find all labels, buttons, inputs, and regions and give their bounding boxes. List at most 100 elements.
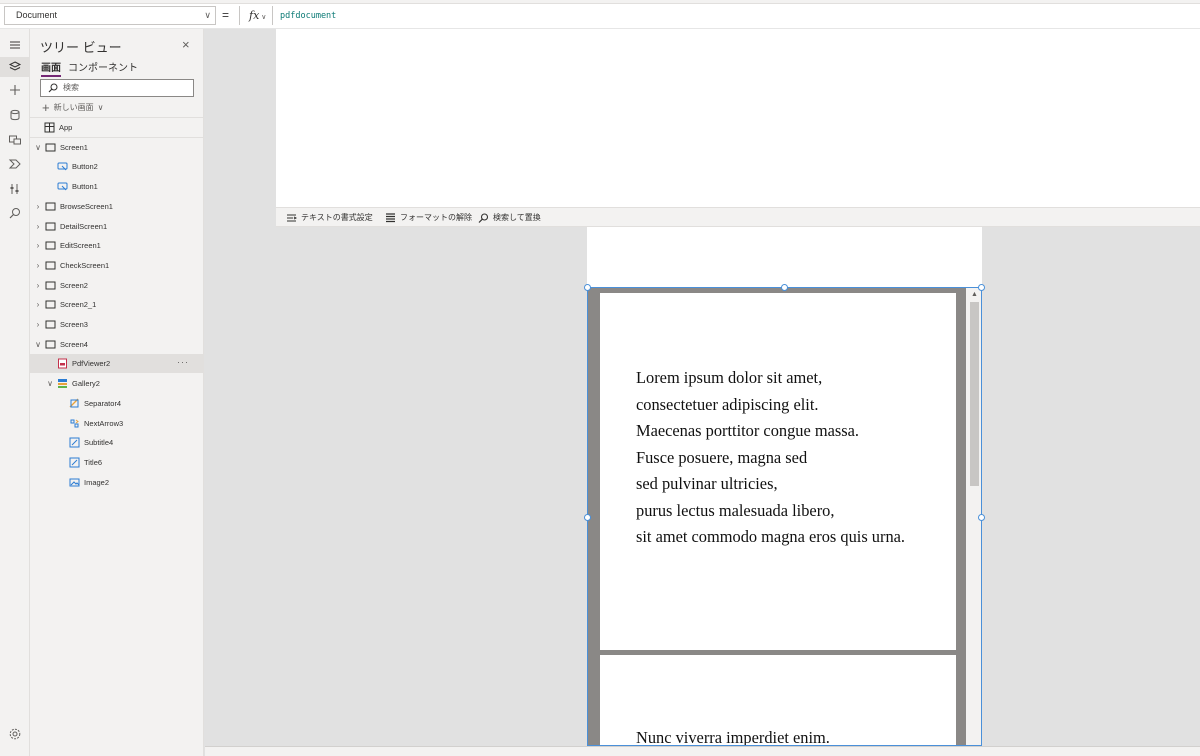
button-icon — [57, 181, 68, 192]
tree-node-nextarrow3[interactable]: NextArrow3 — [30, 414, 204, 433]
formula-toolbar: テキストの書式設定 フォーマットの解除 検索して置換 — [276, 207, 1200, 227]
media-icon[interactable] — [7, 132, 23, 148]
tree-node-separator4[interactable]: Separator4 — [30, 394, 204, 413]
format-text-icon — [287, 214, 297, 221]
chevron-right-icon[interactable]: › — [34, 261, 42, 270]
close-icon[interactable]: × — [182, 37, 190, 52]
tree-node-app[interactable]: App — [30, 118, 204, 137]
scroll-up-icon[interactable]: ▲ — [971, 291, 978, 298]
chevron-right-icon[interactable]: › — [34, 202, 42, 211]
tree-node-label: Screen3 — [60, 320, 88, 329]
more-options-icon[interactable]: ··· — [177, 357, 189, 367]
tree-view-icon[interactable] — [7, 59, 23, 75]
screen-icon — [45, 221, 56, 232]
chevron-down-icon[interactable]: ∨ — [46, 379, 54, 388]
plus-icon: + — [42, 100, 50, 115]
tree-node-title6[interactable]: Title6 — [30, 453, 204, 472]
tree-node-label: Subtitle4 — [84, 438, 114, 448]
tree-node-label: Image2 — [84, 477, 110, 487]
variables-icon[interactable] — [7, 181, 23, 197]
tree-node-label: Screen4 — [60, 339, 88, 349]
tree-node-label: NextArrow3 — [84, 418, 124, 428]
resize-handle-right[interactable] — [978, 514, 985, 521]
tree-node-browsescreen1[interactable]: › BrowseScreen1 — [30, 197, 204, 216]
tree-node-checkscreen1[interactable]: › CheckScreen1 — [30, 256, 204, 275]
tree-node-label: Separator4 — [84, 398, 122, 408]
settings-icon[interactable] — [7, 726, 23, 742]
data-icon[interactable] — [7, 107, 23, 123]
tree-node-screen2_1[interactable]: › Screen2_1 — [30, 295, 204, 314]
search-icon[interactable] — [7, 205, 23, 221]
find-replace-button[interactable]: 検索して置換 — [478, 212, 541, 223]
tree-node-detailscreen1[interactable]: › DetailScreen1 — [30, 217, 204, 236]
tree-view-panel: ツリー ビュー × 画面 コンポーネント 検索 + 新しい画面 ∨ App ∨ Sc… — [30, 29, 204, 756]
tree-node-label: Screen2_1 — [60, 300, 97, 310]
chevron-right-icon[interactable]: › — [34, 222, 42, 231]
tree-node-screen4[interactable]: ∨ Screen4 — [30, 335, 204, 354]
tab-screens[interactable]: 画面 — [41, 59, 61, 77]
resize-handle-top-right[interactable] — [978, 284, 985, 291]
resize-handle-left[interactable] — [584, 514, 591, 521]
chevron-right-icon[interactable]: › — [34, 300, 42, 309]
resize-handle-top[interactable] — [781, 284, 788, 291]
search-icon — [478, 212, 489, 223]
pdf-viewer-control[interactable]: Lorem ipsum dolor sit amet, consectetuer … — [587, 287, 982, 746]
pdf-page-2: Nunc viverra imperdiet enim. — [600, 655, 956, 745]
pdf-text-line: sit amet commodo magna eros quis urna. — [636, 527, 906, 546]
tree-node-button1[interactable]: Button1 — [30, 177, 204, 196]
chevron-down-icon[interactable]: ∨ — [34, 143, 42, 152]
screen-icon — [45, 201, 56, 212]
tree-view-title: ツリー ビュー — [40, 40, 122, 55]
new-screen-label: 新しい画面 — [53, 103, 94, 112]
chevron-down-icon[interactable]: ∨ — [34, 340, 42, 349]
button-icon — [57, 161, 68, 172]
pdf-text-line: consectetuer adipiscing elit. — [636, 394, 819, 414]
new-screen-button[interactable]: + 新しい画面 ∨ — [42, 100, 103, 115]
pdf-page-text: Nunc viverra imperdiet enim. — [636, 725, 830, 745]
tree-node-screen3[interactable]: › Screen3 — [30, 315, 204, 334]
tree-node-label: DetailScreen1 — [60, 221, 108, 231]
gallery-icon — [57, 378, 68, 389]
formula-input[interactable]: pdfdocument — [280, 11, 336, 21]
hamburger-menu-icon[interactable] — [7, 37, 23, 53]
power-automate-icon[interactable] — [7, 156, 23, 172]
pdf-page-1: Lorem ipsum dolor sit amet, consectetuer … — [600, 293, 956, 650]
top-divider — [0, 0, 1200, 4]
scroll-thumb[interactable] — [970, 302, 979, 486]
tab-components[interactable]: コンポーネント — [68, 59, 138, 74]
pdf-text-line: sed pulvinar ultricies, — [636, 474, 778, 493]
tree-node-label: BrowseScreen1 — [60, 201, 113, 211]
resize-handle-top-left[interactable] — [584, 284, 591, 291]
remove-format-icon — [386, 212, 395, 222]
insert-icon[interactable] — [7, 82, 23, 98]
chevron-right-icon[interactable]: › — [34, 241, 42, 250]
formula-bar: Document ∨ = fx ∨ pdfdocument — [0, 0, 1200, 29]
chevron-right-icon[interactable]: › — [34, 320, 42, 329]
fx-button[interactable]: fx ∨ — [239, 6, 273, 25]
screen-icon — [45, 280, 56, 291]
format-text-button[interactable]: テキストの書式設定 — [286, 212, 373, 223]
screen-icon — [45, 240, 56, 251]
pdf-text-line: Maecenas porttitor congue massa. — [636, 421, 860, 440]
tree-node-editscreen1[interactable]: › EditScreen1 — [30, 236, 204, 255]
pdf-text-line: Lorem ipsum dolor sit amet, — [636, 368, 823, 387]
tree-node-pdfviewer2[interactable]: PdfViewer2 ··· — [30, 354, 204, 374]
equals-sign: = — [222, 8, 230, 22]
formula-editor-area[interactable] — [276, 29, 1200, 207]
property-dropdown[interactable]: Document ∨ — [4, 6, 216, 25]
tree-node-gallery2[interactable]: ∨ Gallery2 — [30, 374, 204, 393]
chevron-right-icon[interactable]: › — [34, 281, 42, 290]
search-placeholder: 検索 — [63, 83, 79, 92]
remove-format-button[interactable]: フォーマットの解除 — [385, 212, 472, 223]
tree-node-screen1[interactable]: ∨ Screen1 — [30, 138, 204, 157]
tree-node-subtitle4[interactable]: Subtitle4 — [30, 433, 204, 452]
tree-node-label: PdfViewer2 — [72, 359, 111, 369]
tree-node-button2[interactable]: Button2 — [30, 157, 204, 176]
chevron-down-icon: ∨ — [97, 103, 104, 112]
tree-node-label: Button1 — [72, 182, 98, 192]
tree-node-label: Gallery2 — [72, 379, 100, 389]
pdf-page-text: Lorem ipsum dolor sit amet, consectetuer … — [636, 365, 905, 551]
search-input[interactable]: 検索 — [40, 79, 194, 97]
tree-node-image2[interactable]: Image2 — [30, 473, 204, 492]
tree-node-screen2[interactable]: › Screen2 — [30, 276, 204, 295]
